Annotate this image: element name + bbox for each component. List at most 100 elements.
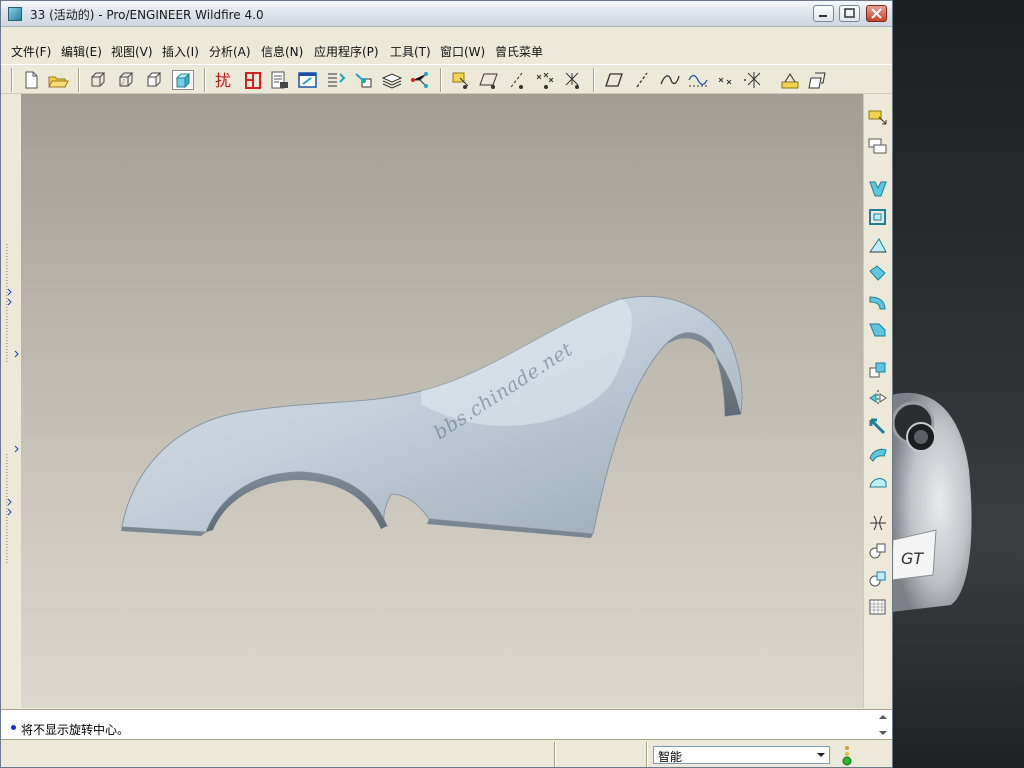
csys-tool-button[interactable] (743, 70, 765, 90)
sweep-feature-button[interactable] (867, 263, 889, 283)
insert-arrow-icon (355, 73, 372, 88)
feature-tool-button[interactable] (806, 70, 828, 90)
intersect-icon (870, 515, 886, 531)
minimize-button[interactable] (813, 5, 834, 22)
sketch-button[interactable] (297, 70, 319, 90)
trim-icon (869, 478, 887, 488)
datum-point-toggle[interactable] (534, 70, 556, 90)
feature-toolbar (863, 94, 892, 708)
round-icon (869, 296, 886, 310)
shell-feature-button[interactable] (867, 207, 889, 227)
toolbar-separator (204, 68, 206, 92)
close-button[interactable] (866, 5, 887, 22)
mirror-feature-button[interactable] (867, 388, 889, 408)
document-camera-icon (271, 71, 288, 89)
thicken-icon (869, 571, 886, 587)
datum-plane-button[interactable] (242, 70, 264, 90)
csys-icon (744, 72, 761, 88)
selection-filter-value: 智能 (658, 750, 683, 764)
title-bar[interactable]: 33 (活动的) - Pro/ENGINEER Wildfire 4.0 (1, 1, 892, 27)
layers-button[interactable] (381, 70, 403, 90)
view-hidden-line-button[interactable] (116, 70, 138, 90)
insert-component-button[interactable] (353, 70, 375, 90)
curve-tool-button[interactable] (659, 70, 681, 90)
sweep-icon (869, 265, 886, 281)
regenerate-icon (328, 73, 346, 87)
sketch-window-icon (298, 72, 317, 88)
menu-edit[interactable]: 编辑(E) (61, 43, 102, 60)
new-file-button[interactable] (20, 70, 42, 90)
copy-feature-button[interactable] (867, 360, 889, 380)
csys-toggle[interactable] (562, 70, 584, 90)
point-tool-button[interactable] (715, 70, 737, 90)
window-title: 33 (活动的) - Pro/ENGINEER Wildfire 4.0 (30, 8, 264, 22)
menu-view[interactable]: 视图(V) (111, 43, 153, 60)
open-file-button[interactable] (47, 70, 69, 90)
extrude-feature-button[interactable] (867, 179, 889, 199)
left-sash[interactable] (1, 94, 21, 708)
regenerate-button[interactable] (325, 70, 347, 90)
datum-red-icon (245, 72, 261, 89)
view-wireframe-button[interactable] (88, 70, 110, 90)
datum-plane-toggle[interactable] (478, 70, 500, 90)
menu-insert[interactable]: 插入(I) (162, 43, 199, 60)
menu-custom[interactable]: 曾氏菜单 (495, 43, 543, 60)
extrude-icon (869, 181, 887, 197)
graphics-window[interactable]: bbs.chinade.net (21, 94, 863, 708)
model-surface-render (121, 295, 743, 538)
move-feature-button[interactable] (867, 416, 889, 436)
move-arrow-icon (869, 418, 886, 435)
message-scrollbar[interactable] (876, 712, 890, 738)
svg-text:GT: GT (901, 549, 924, 568)
axis-tool-button[interactable] (631, 70, 653, 90)
offset-feature-button[interactable] (867, 541, 889, 561)
pattern-feature-button[interactable] (867, 597, 889, 617)
sash-markers (6, 244, 19, 564)
select-group-button[interactable] (867, 136, 889, 156)
traffic-light-icon (842, 746, 852, 766)
desktop-background: GT (891, 0, 1024, 768)
menu-analysis[interactable]: 分析(A) (209, 43, 251, 60)
svg-text:扰: 扰 (215, 71, 231, 90)
axis-icon (636, 72, 648, 88)
plane-tool-button[interactable] (603, 70, 625, 90)
datum-display-icon (452, 72, 469, 89)
draft-feature-button[interactable] (867, 235, 889, 255)
chamfer-feature-button[interactable] (867, 319, 889, 339)
merge-icon (869, 448, 887, 462)
datum-display-button[interactable] (450, 70, 472, 90)
select-tool-button[interactable] (867, 108, 889, 128)
offset-icon (869, 543, 886, 559)
menu-tools[interactable]: 工具(T) (390, 43, 431, 60)
app-window: 33 (活动的) - Pro/ENGINEER Wildfire 4.0 文件(… (0, 0, 893, 768)
merge-feature-button[interactable] (867, 444, 889, 464)
toolbar-separator (440, 68, 442, 92)
analysis-tool-button[interactable] (779, 70, 801, 90)
sketched-curve-button[interactable] (687, 70, 709, 90)
selection-filter-dropdown[interactable]: 智能 (653, 746, 830, 764)
csys-toggle-icon (565, 72, 579, 89)
menu-file[interactable]: 文件(F) (11, 43, 51, 60)
menu-info[interactable]: 信息(N) (261, 43, 303, 60)
menu-applications[interactable]: 应用程序(P) (314, 43, 379, 60)
scroll-arrows-icon (879, 715, 887, 735)
model-tree-button[interactable] (269, 70, 291, 90)
view-shading-button[interactable] (172, 70, 194, 90)
toolbar-separator (78, 68, 80, 92)
menu-window[interactable]: 窗口(W) (440, 43, 485, 60)
maximize-button[interactable] (839, 5, 860, 22)
relations-button[interactable] (409, 70, 431, 90)
trim-feature-button[interactable] (867, 472, 889, 492)
intersect-feature-button[interactable] (867, 513, 889, 533)
toolbar-separator (11, 68, 13, 92)
branch-nodes-icon (411, 72, 428, 88)
round-feature-button[interactable] (867, 291, 889, 311)
folder-open-icon (48, 76, 69, 88)
analysis-icon (781, 73, 799, 89)
copy-icon (869, 362, 886, 378)
view-no-hidden-button[interactable] (144, 70, 166, 90)
extrude-button[interactable]: 扰 (213, 70, 235, 90)
datum-axis-toggle[interactable] (506, 70, 528, 90)
dropdown-arrow-button[interactable] (813, 747, 829, 763)
thicken-feature-button[interactable] (867, 569, 889, 589)
